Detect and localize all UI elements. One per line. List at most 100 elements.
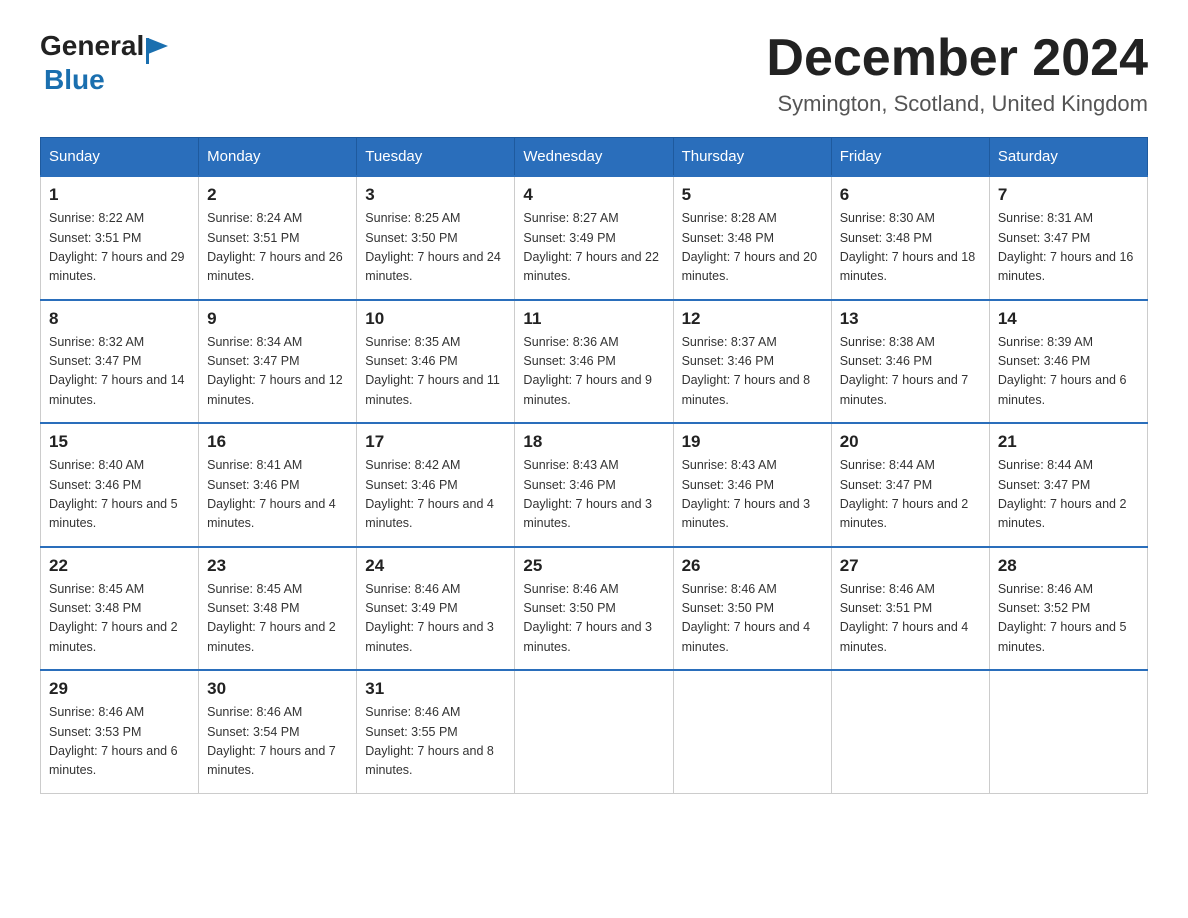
- calendar-cell: 20 Sunrise: 8:44 AMSunset: 3:47 PMDaylig…: [831, 423, 989, 547]
- day-number: 21: [998, 432, 1139, 452]
- calendar-cell: [989, 670, 1147, 793]
- calendar-cell: 26 Sunrise: 8:46 AMSunset: 3:50 PMDaylig…: [673, 547, 831, 671]
- day-number: 25: [523, 556, 664, 576]
- day-info: Sunrise: 8:46 AMSunset: 3:50 PMDaylight:…: [523, 582, 652, 654]
- calendar-cell: 9 Sunrise: 8:34 AMSunset: 3:47 PMDayligh…: [199, 300, 357, 424]
- calendar-cell: 2 Sunrise: 8:24 AMSunset: 3:51 PMDayligh…: [199, 176, 357, 300]
- calendar-week-2: 8 Sunrise: 8:32 AMSunset: 3:47 PMDayligh…: [41, 300, 1148, 424]
- calendar-cell: 3 Sunrise: 8:25 AMSunset: 3:50 PMDayligh…: [357, 176, 515, 300]
- calendar-cell: 29 Sunrise: 8:46 AMSunset: 3:53 PMDaylig…: [41, 670, 199, 793]
- day-info: Sunrise: 8:24 AMSunset: 3:51 PMDaylight:…: [207, 211, 343, 283]
- day-number: 24: [365, 556, 506, 576]
- calendar-cell: 24 Sunrise: 8:46 AMSunset: 3:49 PMDaylig…: [357, 547, 515, 671]
- day-info: Sunrise: 8:38 AMSunset: 3:46 PMDaylight:…: [840, 335, 969, 407]
- calendar-cell: 6 Sunrise: 8:30 AMSunset: 3:48 PMDayligh…: [831, 176, 989, 300]
- day-number: 28: [998, 556, 1139, 576]
- calendar-cell: 12 Sunrise: 8:37 AMSunset: 3:46 PMDaylig…: [673, 300, 831, 424]
- calendar-cell: [515, 670, 673, 793]
- calendar-cell: 25 Sunrise: 8:46 AMSunset: 3:50 PMDaylig…: [515, 547, 673, 671]
- day-info: Sunrise: 8:25 AMSunset: 3:50 PMDaylight:…: [365, 211, 501, 283]
- weekday-header-sunday: Sunday: [41, 138, 199, 177]
- day-info: Sunrise: 8:37 AMSunset: 3:46 PMDaylight:…: [682, 335, 811, 407]
- weekday-header-tuesday: Tuesday: [357, 138, 515, 177]
- calendar-cell: 4 Sunrise: 8:27 AMSunset: 3:49 PMDayligh…: [515, 176, 673, 300]
- day-info: Sunrise: 8:35 AMSunset: 3:46 PMDaylight:…: [365, 335, 500, 407]
- calendar-cell: 19 Sunrise: 8:43 AMSunset: 3:46 PMDaylig…: [673, 423, 831, 547]
- calendar-cell: 15 Sunrise: 8:40 AMSunset: 3:46 PMDaylig…: [41, 423, 199, 547]
- title-area: December 2024 Symington, Scotland, Unite…: [766, 30, 1148, 117]
- calendar-cell: 1 Sunrise: 8:22 AMSunset: 3:51 PMDayligh…: [41, 176, 199, 300]
- day-info: Sunrise: 8:44 AMSunset: 3:47 PMDaylight:…: [998, 458, 1127, 530]
- calendar-week-3: 15 Sunrise: 8:40 AMSunset: 3:46 PMDaylig…: [41, 423, 1148, 547]
- day-info: Sunrise: 8:39 AMSunset: 3:46 PMDaylight:…: [998, 335, 1127, 407]
- day-info: Sunrise: 8:40 AMSunset: 3:46 PMDaylight:…: [49, 458, 178, 530]
- day-number: 3: [365, 185, 506, 205]
- day-number: 14: [998, 309, 1139, 329]
- day-number: 12: [682, 309, 823, 329]
- day-info: Sunrise: 8:46 AMSunset: 3:54 PMDaylight:…: [207, 705, 336, 777]
- day-number: 15: [49, 432, 190, 452]
- day-number: 31: [365, 679, 506, 699]
- calendar-cell: 18 Sunrise: 8:43 AMSunset: 3:46 PMDaylig…: [515, 423, 673, 547]
- calendar-cell: 16 Sunrise: 8:41 AMSunset: 3:46 PMDaylig…: [199, 423, 357, 547]
- day-info: Sunrise: 8:46 AMSunset: 3:49 PMDaylight:…: [365, 582, 494, 654]
- day-info: Sunrise: 8:46 AMSunset: 3:55 PMDaylight:…: [365, 705, 494, 777]
- day-number: 4: [523, 185, 664, 205]
- calendar-week-4: 22 Sunrise: 8:45 AMSunset: 3:48 PMDaylig…: [41, 547, 1148, 671]
- day-info: Sunrise: 8:36 AMSunset: 3:46 PMDaylight:…: [523, 335, 652, 407]
- calendar-table: SundayMondayTuesdayWednesdayThursdayFrid…: [40, 137, 1148, 794]
- day-info: Sunrise: 8:28 AMSunset: 3:48 PMDaylight:…: [682, 211, 818, 283]
- day-number: 27: [840, 556, 981, 576]
- day-info: Sunrise: 8:45 AMSunset: 3:48 PMDaylight:…: [207, 582, 336, 654]
- calendar-cell: 8 Sunrise: 8:32 AMSunset: 3:47 PMDayligh…: [41, 300, 199, 424]
- day-info: Sunrise: 8:31 AMSunset: 3:47 PMDaylight:…: [998, 211, 1134, 283]
- calendar-cell: 28 Sunrise: 8:46 AMSunset: 3:52 PMDaylig…: [989, 547, 1147, 671]
- day-info: Sunrise: 8:46 AMSunset: 3:50 PMDaylight:…: [682, 582, 811, 654]
- day-info: Sunrise: 8:44 AMSunset: 3:47 PMDaylight:…: [840, 458, 969, 530]
- month-title: December 2024: [766, 30, 1148, 87]
- logo-general: General: [40, 30, 144, 61]
- day-number: 13: [840, 309, 981, 329]
- weekday-header-row: SundayMondayTuesdayWednesdayThursdayFrid…: [41, 138, 1148, 177]
- day-info: Sunrise: 8:27 AMSunset: 3:49 PMDaylight:…: [523, 211, 659, 283]
- day-info: Sunrise: 8:22 AMSunset: 3:51 PMDaylight:…: [49, 211, 185, 283]
- weekday-header-friday: Friday: [831, 138, 989, 177]
- day-number: 20: [840, 432, 981, 452]
- day-info: Sunrise: 8:43 AMSunset: 3:46 PMDaylight:…: [682, 458, 811, 530]
- day-number: 10: [365, 309, 506, 329]
- day-info: Sunrise: 8:30 AMSunset: 3:48 PMDaylight:…: [840, 211, 976, 283]
- day-number: 6: [840, 185, 981, 205]
- day-number: 1: [49, 185, 190, 205]
- day-number: 16: [207, 432, 348, 452]
- day-info: Sunrise: 8:45 AMSunset: 3:48 PMDaylight:…: [49, 582, 178, 654]
- day-number: 19: [682, 432, 823, 452]
- day-info: Sunrise: 8:42 AMSunset: 3:46 PMDaylight:…: [365, 458, 494, 530]
- weekday-header-wednesday: Wednesday: [515, 138, 673, 177]
- day-number: 7: [998, 185, 1139, 205]
- day-number: 22: [49, 556, 190, 576]
- calendar-cell: 30 Sunrise: 8:46 AMSunset: 3:54 PMDaylig…: [199, 670, 357, 793]
- weekday-header-thursday: Thursday: [673, 138, 831, 177]
- weekday-header-saturday: Saturday: [989, 138, 1147, 177]
- calendar-cell: 31 Sunrise: 8:46 AMSunset: 3:55 PMDaylig…: [357, 670, 515, 793]
- weekday-header-monday: Monday: [199, 138, 357, 177]
- day-number: 2: [207, 185, 348, 205]
- calendar-cell: 5 Sunrise: 8:28 AMSunset: 3:48 PMDayligh…: [673, 176, 831, 300]
- day-number: 18: [523, 432, 664, 452]
- day-number: 17: [365, 432, 506, 452]
- calendar-cell: 17 Sunrise: 8:42 AMSunset: 3:46 PMDaylig…: [357, 423, 515, 547]
- day-info: Sunrise: 8:32 AMSunset: 3:47 PMDaylight:…: [49, 335, 185, 407]
- calendar-week-1: 1 Sunrise: 8:22 AMSunset: 3:51 PMDayligh…: [41, 176, 1148, 300]
- logo-flag-icon: [146, 38, 168, 64]
- calendar-week-5: 29 Sunrise: 8:46 AMSunset: 3:53 PMDaylig…: [41, 670, 1148, 793]
- calendar-cell: 27 Sunrise: 8:46 AMSunset: 3:51 PMDaylig…: [831, 547, 989, 671]
- calendar-cell: 14 Sunrise: 8:39 AMSunset: 3:46 PMDaylig…: [989, 300, 1147, 424]
- calendar-cell: 21 Sunrise: 8:44 AMSunset: 3:47 PMDaylig…: [989, 423, 1147, 547]
- day-info: Sunrise: 8:46 AMSunset: 3:51 PMDaylight:…: [840, 582, 969, 654]
- calendar-cell: 22 Sunrise: 8:45 AMSunset: 3:48 PMDaylig…: [41, 547, 199, 671]
- location-text: Symington, Scotland, United Kingdom: [766, 91, 1148, 117]
- page-header: General Blue December 2024 Symington, Sc…: [40, 30, 1148, 117]
- calendar-cell: [673, 670, 831, 793]
- day-info: Sunrise: 8:43 AMSunset: 3:46 PMDaylight:…: [523, 458, 652, 530]
- day-number: 5: [682, 185, 823, 205]
